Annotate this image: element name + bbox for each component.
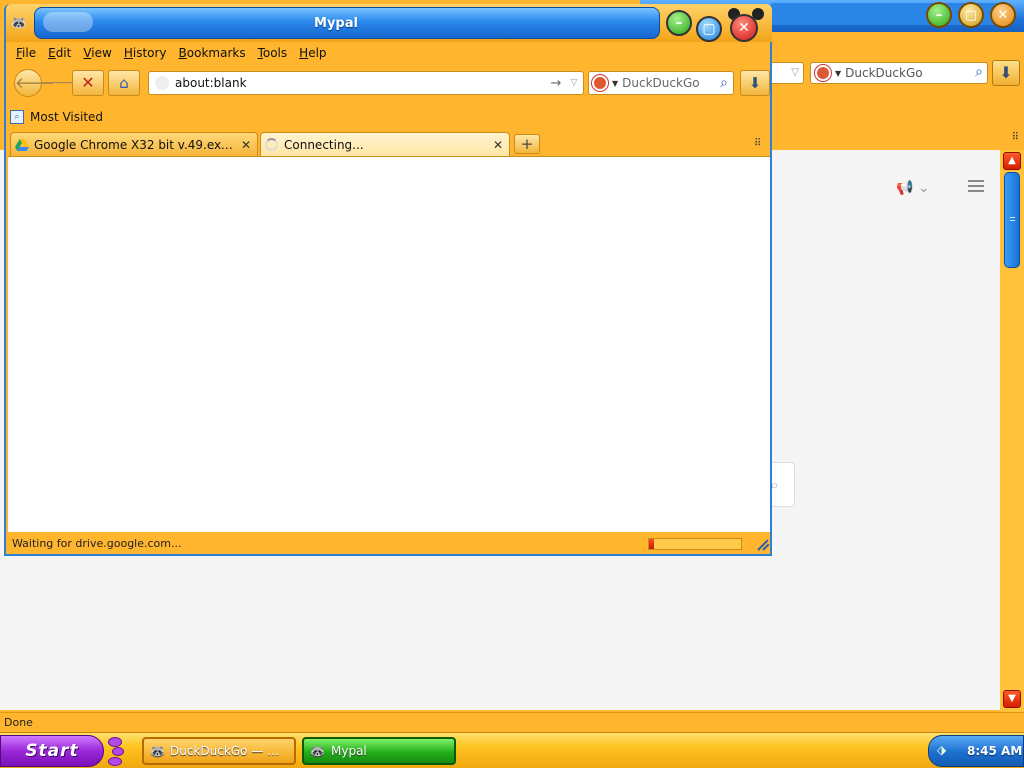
menu-bar: File Edit View History Bookmarks Tools H… <box>10 44 333 64</box>
background-search-placeholder: DuckDuckGo <box>845 66 923 80</box>
scroll-up-button[interactable]: ▲ <box>1003 152 1021 170</box>
background-maximize-button[interactable]: ▢ <box>958 2 984 28</box>
background-status-text: Done <box>4 716 33 729</box>
google-drive-icon <box>15 138 29 152</box>
close-button[interactable]: ✕ <box>730 14 758 42</box>
go-arrow-icon[interactable]: → <box>547 76 565 91</box>
search-input[interactable]: DuckDuckGo <box>622 76 715 90</box>
bookmark-most-visited[interactable]: Most Visited <box>30 110 103 124</box>
page-content[interactable] <box>8 156 770 532</box>
loading-spinner-icon <box>265 137 279 152</box>
system-tray: ⬗ 8:45 AM <box>928 735 1024 767</box>
tab-connecting[interactable]: Connecting... ✕ <box>260 132 510 156</box>
megaphone-icon[interactable]: 📢 ⌄ <box>896 180 930 196</box>
menu-view[interactable]: View <box>77 44 117 64</box>
titlebar[interactable]: 🦝 Mypal – ▢ ✕ <box>6 4 772 42</box>
chevron-down-icon: ▼ <box>835 68 842 78</box>
start-decoration <box>104 735 130 767</box>
download-arrow-icon: ⬇ <box>748 74 762 92</box>
close-tab-icon[interactable]: ✕ <box>239 138 253 152</box>
page-favicon-icon <box>155 76 169 90</box>
background-close-button[interactable]: ✕ <box>990 2 1016 28</box>
window-controls: – ▢ ✕ <box>662 8 772 44</box>
menu-history[interactable]: History <box>118 44 173 64</box>
bookmark-page-icon: ⌕ <box>10 110 24 124</box>
mypal-window: 🦝 Mypal – ▢ ✕ File Edit View History Boo… <box>4 4 772 556</box>
scroll-thumb[interactable] <box>1004 172 1020 268</box>
search-icon[interactable]: ⌕ <box>975 64 983 80</box>
home-icon: ⌂ <box>119 74 129 92</box>
navigation-toolbar: 🡐 🡒 ✕ ⌂ about:blank → ▽ ▼ DuckDuckGo ⌕ ⬇ <box>10 68 770 98</box>
tab-google-drive[interactable]: Google Chrome X32 bit v.49.exe - Google … <box>10 132 258 156</box>
menu-help[interactable]: Help <box>293 44 332 64</box>
vertical-scrollbar[interactable]: ▲ ▼ <box>1000 150 1024 712</box>
stop-button[interactable]: ✕ <box>72 70 104 96</box>
background-minimize-button[interactable]: – <box>926 2 952 28</box>
new-tab-button[interactable]: + <box>514 134 540 154</box>
back-button[interactable]: 🡐 <box>14 69 55 97</box>
start-button[interactable]: Start <box>0 735 104 767</box>
status-bar: Waiting for drive.google.com... <box>8 534 770 554</box>
status-text: Waiting for drive.google.com... <box>12 537 182 550</box>
url-dropdown-icon[interactable]: ▽ <box>565 78 583 88</box>
background-download-button[interactable]: ⬇ <box>992 60 1020 86</box>
grip-icon[interactable]: ⠿ <box>754 138 761 149</box>
url-bar[interactable]: about:blank → ▽ <box>148 71 584 95</box>
loading-progress-bar <box>648 538 742 550</box>
stop-x-icon: ✕ <box>81 73 95 92</box>
taskbar-item-duckduckgo[interactable]: 🦝 DuckDuckGo — Mypal <box>142 737 296 765</box>
tab-label: Connecting... <box>284 137 364 152</box>
home-button[interactable]: ⌂ <box>108 70 140 96</box>
resize-grip-icon[interactable] <box>756 536 770 551</box>
download-button[interactable]: ⬇ <box>740 70 770 96</box>
maximize-button[interactable]: ▢ <box>696 16 722 42</box>
clock[interactable]: 8:45 AM <box>967 744 1022 758</box>
scroll-down-button[interactable]: ▼ <box>1003 690 1021 708</box>
duckduckgo-icon[interactable] <box>592 75 608 91</box>
menu-edit[interactable]: Edit <box>42 44 77 64</box>
menu-tools[interactable]: Tools <box>252 44 294 64</box>
task-label: DuckDuckGo — Mypal <box>169 744 288 758</box>
background-toolbar: ▽ ▼ DuckDuckGo ⌕ ⬇ <box>770 60 1024 88</box>
taskbar: Start 🦝 DuckDuckGo — Mypal 🦝 Mypal ⬗ 8:4… <box>0 732 1024 768</box>
background-status-bar: Done <box>0 712 1024 732</box>
bookmarks-toolbar: ⌕ Most Visited <box>10 108 103 126</box>
tab-label: Google Chrome X32 bit v.49.exe - Google … <box>34 137 239 152</box>
search-field[interactable]: ▼ DuckDuckGo ⌕ <box>588 71 734 95</box>
duckduckgo-icon <box>815 65 831 81</box>
mypal-app-icon: 🦝 <box>150 744 165 758</box>
grip-icon: ⠿ <box>1011 132 1019 143</box>
taskbar-item-mypal[interactable]: 🦝 Mypal <box>302 737 456 765</box>
mypal-app-icon: 🦝 <box>310 744 325 758</box>
minimize-button[interactable]: – <box>666 10 692 36</box>
url-input[interactable]: about:blank <box>175 76 547 90</box>
close-tab-icon[interactable]: ✕ <box>491 138 505 152</box>
background-url-dropdown[interactable]: ▽ <box>770 62 804 84</box>
hamburger-menu-icon[interactable] <box>968 180 984 194</box>
tab-bar: Google Chrome X32 bit v.49.exe - Google … <box>8 132 770 156</box>
chevron-down-icon[interactable]: ▼ <box>612 79 618 88</box>
network-icon[interactable]: ⬗ <box>937 743 953 759</box>
window-title: Mypal <box>314 16 358 31</box>
plus-icon: + <box>520 135 534 153</box>
forward-button[interactable]: 🡒 <box>42 74 80 92</box>
search-icon[interactable]: ⌕ <box>715 75 733 91</box>
menu-file[interactable]: File <box>10 44 42 64</box>
task-label: Mypal <box>331 744 367 758</box>
menu-bookmarks[interactable]: Bookmarks <box>173 44 252 64</box>
background-search-button[interactable]: ⌕ <box>770 462 795 507</box>
background-search-field[interactable]: ▼ DuckDuckGo ⌕ <box>810 62 988 84</box>
